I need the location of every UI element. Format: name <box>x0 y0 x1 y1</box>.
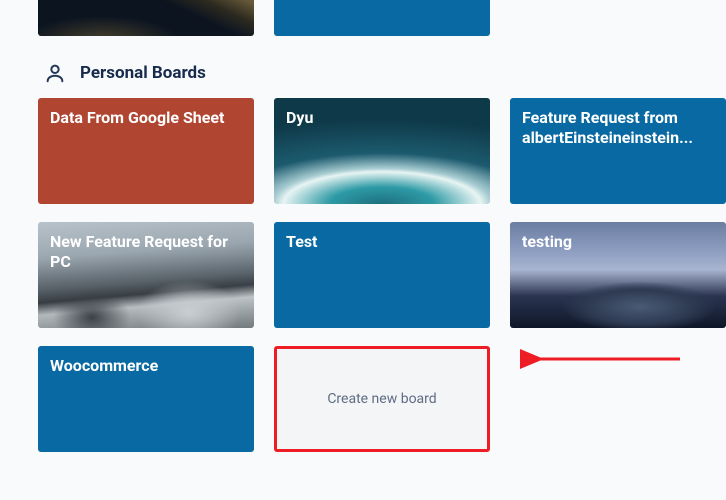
board-title: Woocommerce <box>50 356 242 376</box>
create-new-board-button[interactable]: Create new board <box>274 346 490 452</box>
board-title: Test <box>286 232 478 252</box>
board-card-dyu[interactable]: Dyu <box>274 98 490 204</box>
board-card[interactable] <box>38 0 254 36</box>
board-title: Dyu <box>286 108 478 128</box>
board-title: New Feature Request for PC <box>50 232 242 272</box>
person-icon <box>44 62 66 84</box>
board-card-woocommerce[interactable]: Woocommerce <box>38 346 254 452</box>
top-row <box>0 0 726 36</box>
section-title: Personal Boards <box>80 63 206 83</box>
board-card-new-feature-request[interactable]: New Feature Request for PC <box>38 222 254 328</box>
board-card-testing[interactable]: testing <box>510 222 726 328</box>
create-new-board-label: Create new board <box>327 391 436 407</box>
board-card-test[interactable]: Test <box>274 222 490 328</box>
board-title: Feature Request from albertEinsteineinst… <box>522 108 714 148</box>
boards-grid: Data From Google Sheet Dyu Feature Reque… <box>0 98 726 452</box>
board-title: testing <box>522 232 714 252</box>
board-card-data-from-google-sheet[interactable]: Data From Google Sheet <box>38 98 254 204</box>
board-card[interactable] <box>274 0 490 36</box>
board-title: Data From Google Sheet <box>50 108 242 128</box>
board-card-feature-request[interactable]: Feature Request from albertEinsteineinst… <box>510 98 726 204</box>
section-header: Personal Boards <box>0 36 726 98</box>
